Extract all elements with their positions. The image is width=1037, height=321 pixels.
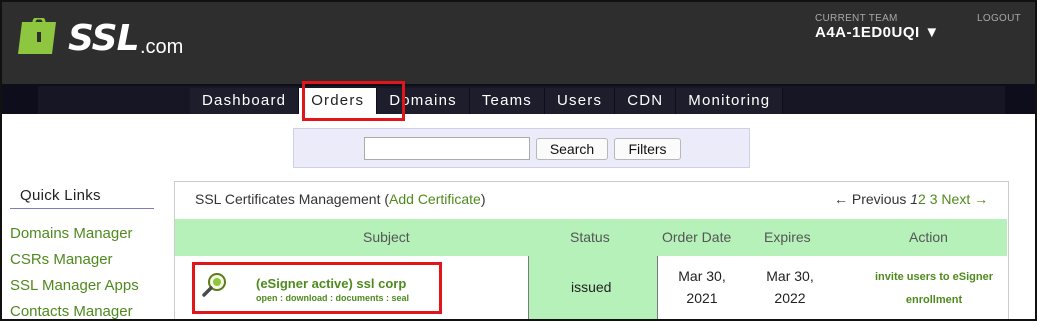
team-selector[interactable]: A4A-1ED0UQI ▼ xyxy=(815,24,940,41)
current-team-label: CURRENT TEAM xyxy=(815,13,898,24)
pager-next[interactable]: Next → xyxy=(941,191,988,207)
expires-cell: Mar 30, 2022 xyxy=(758,265,822,309)
subject-highlight-box xyxy=(192,262,442,314)
search-button[interactable]: Search xyxy=(536,138,608,160)
status-value: issued xyxy=(571,279,612,295)
panel-title: SSL Certificates Management (Add Certifi… xyxy=(195,191,486,207)
add-certificate-link[interactable]: Add Certificate xyxy=(389,191,481,207)
quick-links-title: Quick Links xyxy=(20,187,101,204)
orders-highlight-box xyxy=(302,81,405,121)
tab-monitoring[interactable]: Monitoring xyxy=(676,88,784,114)
action-cell: invite users to eSigner enrollment xyxy=(864,266,1004,312)
column-header-status[interactable]: Status xyxy=(570,229,610,245)
tab-dashboard[interactable]: Dashboard xyxy=(190,88,300,114)
search-input[interactable] xyxy=(364,137,530,160)
column-header-subject[interactable]: Subject xyxy=(363,229,410,245)
quick-links-divider xyxy=(10,208,154,209)
padlock-logo-icon xyxy=(18,18,56,54)
panel-title-prefix: SSL Certificates Management ( xyxy=(195,191,390,207)
invite-esigner-link[interactable]: invite users to eSigner xyxy=(864,266,1004,289)
ssl-logo[interactable]: SSL .com xyxy=(18,16,188,62)
quick-link-contacts-manager[interactable]: Contacts Manager xyxy=(10,302,139,319)
order-date-cell: Mar 30, 2021 xyxy=(670,265,734,309)
column-header-expires[interactable]: Expires xyxy=(764,229,811,245)
panel-title-suffix: ) xyxy=(480,191,486,207)
column-header-action[interactable]: Action xyxy=(909,229,948,245)
order-date-line-1: Mar 30, xyxy=(678,268,726,284)
logout-link[interactable]: LOGOUT xyxy=(977,13,1021,24)
tab-users[interactable]: Users xyxy=(545,88,616,114)
tab-cdn[interactable]: CDN xyxy=(615,88,677,114)
quick-link-domains-manager[interactable]: Domains Manager xyxy=(10,224,139,250)
column-header-order-date[interactable]: Order Date xyxy=(662,229,731,245)
order-date-line-2: 2021 xyxy=(686,290,718,306)
pager-previous: ← Previous xyxy=(834,191,907,207)
pager-page-2[interactable]: 2 xyxy=(918,191,926,207)
enrollment-link[interactable]: enrollment xyxy=(864,289,1004,312)
page-frame: SSL .com CURRENT TEAM A4A-1ED0UQI ▼ LOGO… xyxy=(0,0,1037,321)
quick-link-csrs-manager[interactable]: CSRs Manager xyxy=(10,250,139,276)
quick-link-ssl-manager-apps[interactable]: SSL Manager Apps xyxy=(10,276,139,302)
pagination: ← Previous 12 3 Next → xyxy=(834,191,988,207)
pager-current-page: 1 xyxy=(910,191,919,207)
pager-page-3[interactable]: 3 xyxy=(930,191,938,207)
expires-line-1: Mar 30, xyxy=(766,268,814,284)
tab-teams[interactable]: Teams xyxy=(469,88,546,114)
logo-text-com: .com xyxy=(140,36,184,58)
filters-button[interactable]: Filters xyxy=(614,138,681,160)
main-nav: Dashboard Orders Domains Teams Users CDN… xyxy=(190,88,784,114)
expires-line-2: 2022 xyxy=(774,290,806,306)
logo-text-ssl: SSL xyxy=(68,18,140,59)
quick-links-list: Domains Manager CSRs Manager SSL Manager… xyxy=(10,224,139,319)
